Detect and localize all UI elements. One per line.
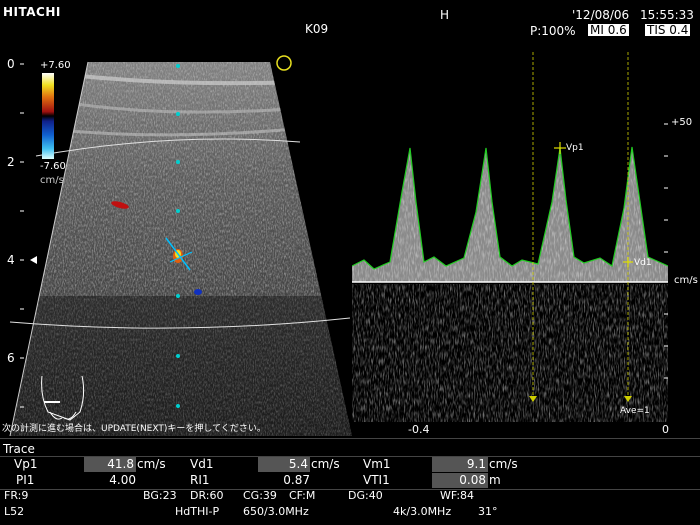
instruction-message: 次の計測に進む場合は、UPDATE(NEXT)キーを押してください。 [2, 424, 266, 434]
mode-label: H [440, 8, 450, 22]
exam-time: 15:55:33 [640, 8, 694, 22]
frame-rate: FR:9 [4, 489, 29, 502]
vp1-unit: cm/s [137, 457, 166, 471]
color-gain: CG:39 [243, 489, 277, 502]
probe-model: L52 [4, 505, 25, 518]
depth-tick-0: 0 [7, 57, 15, 71]
vm1-value: 9.1 [432, 457, 488, 472]
bg-gain: BG:23 [143, 489, 177, 502]
vd1-value: 5.4 [258, 457, 310, 472]
vti1-unit: m [489, 473, 501, 487]
depth-tick-6: 6 [7, 351, 15, 365]
depth-tick-2: 2 [7, 155, 15, 169]
brand-logo: HITACHI [3, 5, 61, 19]
tis-readout: TIS 0.4 [645, 23, 691, 37]
depth-tick-4: 4 [7, 253, 15, 267]
doppler-unit: cm/s [674, 275, 698, 286]
thi-mode: HdTHI-P [175, 505, 220, 518]
trace-row-2: PI1 4.00 RI1 0.87 VTI1 0.08 m [0, 473, 700, 489]
colorbar-max-label: +7.60 [40, 60, 71, 71]
doppler-spectrum [351, 52, 669, 422]
doppler-frequency: 4k/3.0MHz [393, 505, 452, 518]
vp1-label: Vp1 [14, 457, 38, 471]
ri1-label: RI1 [190, 473, 210, 487]
trace-row-1: Vp1 41.8 cm/s Vd1 5.4 cm/s Vm1 9.1 cm/s [0, 457, 700, 473]
color-filter: CF:M [289, 489, 316, 502]
vm1-unit: cm/s [489, 457, 518, 471]
vp-marker-label: Vp1 [566, 143, 584, 153]
average-label: Ave=1 [620, 406, 650, 416]
doppler-angle: 31° [478, 505, 498, 518]
probe-code: K09 [305, 22, 329, 36]
dynamic-range: DR:60 [190, 489, 224, 502]
vti1-label: VTI1 [363, 473, 390, 487]
doppler-scale-top: +50 [671, 117, 693, 128]
time-tick-minus: -0.4 [408, 423, 430, 436]
vd1-label: Vd1 [190, 457, 214, 471]
focus-depth-arrow-icon [30, 256, 37, 264]
vd-marker-label: Vd1 [634, 258, 652, 268]
doppler-gain: DG:40 [348, 489, 383, 502]
mi-readout: MI 0.6 [588, 23, 629, 37]
blue-flow-blob [194, 289, 202, 295]
pi1-value: 4.00 [109, 473, 136, 487]
exam-date: '12/08/06 [572, 8, 630, 22]
vd1-unit: cm/s [311, 457, 340, 471]
vti1-value: 0.08 [432, 473, 488, 488]
colorbar-min-label: -7.60 [40, 161, 66, 172]
ri1-value: 0.87 [283, 473, 310, 487]
time-tick-zero: 0 [662, 423, 669, 436]
color-velocity-bar [42, 73, 54, 159]
doppler-spectrum-panel[interactable] [351, 52, 669, 422]
power-readout: P:100% [530, 24, 576, 38]
trace-title: Trace [3, 442, 35, 456]
pi1-label: PI1 [16, 473, 35, 487]
colorbar-unit: cm/s [40, 175, 64, 186]
wall-filter: WF:84 [440, 489, 475, 502]
vp1-value: 41.8 [84, 457, 136, 472]
vm1-label: Vm1 [363, 457, 391, 471]
bmode-frequency: 650/3.0MHz [243, 505, 309, 518]
focus-marker-icon [276, 55, 292, 71]
